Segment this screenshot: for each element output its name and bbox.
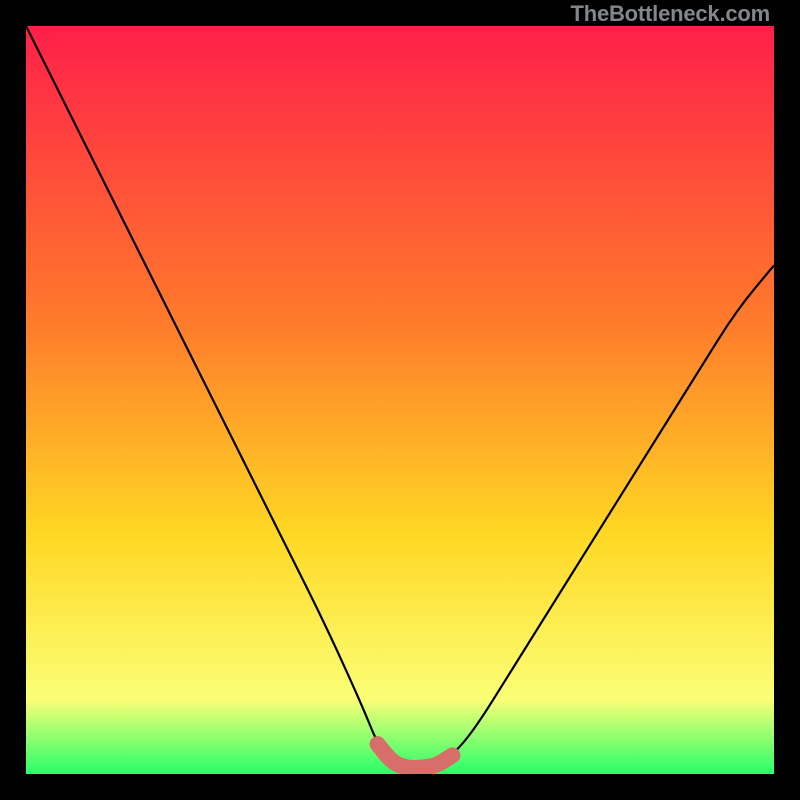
chart-svg bbox=[26, 26, 774, 774]
watermark-label: TheBottleneck.com bbox=[570, 1, 770, 27]
chart-frame bbox=[26, 26, 774, 774]
gradient-bg bbox=[26, 26, 774, 774]
chart-plot-area bbox=[26, 26, 774, 774]
